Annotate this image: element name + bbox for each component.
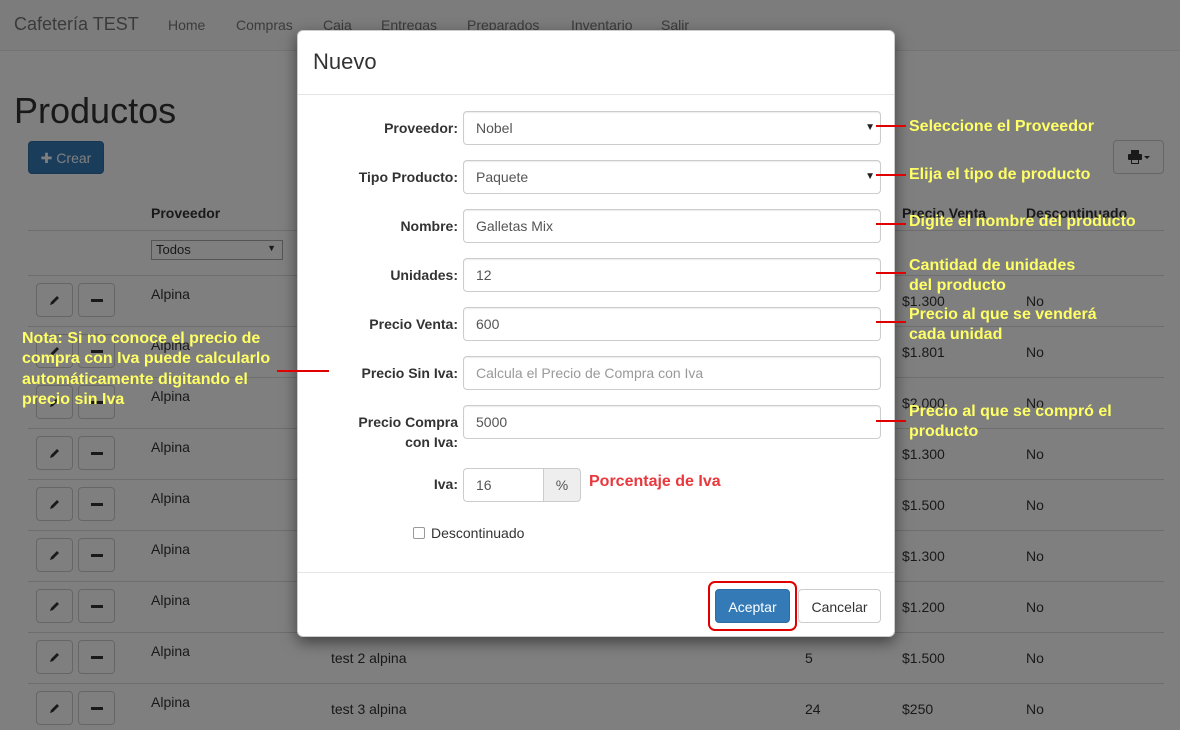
- annotation-pointer: [876, 321, 906, 323]
- annotation-nombre: Digite el nombre del producto: [909, 213, 1136, 230]
- chevron-down-icon: ▼: [865, 171, 875, 182]
- annotation-nota-1: Nota: Si no conoce el precio de: [22, 330, 261, 347]
- annotation-nota-2: compra con Iva puede calcularlo: [22, 350, 271, 367]
- precio-compra-label-1: Precio Compra: [358, 414, 458, 430]
- descontinuado-label[interactable]: Descontinuado: [431, 525, 524, 541]
- precio-sin-iva-label: Precio Sin Iva:: [361, 365, 458, 381]
- proveedor-select[interactable]: Nobel ▼: [463, 111, 881, 145]
- precio-compra-input[interactable]: 5000: [463, 405, 881, 439]
- annotation-pointer: [876, 420, 906, 422]
- precio-compra-label-2: con Iva:: [405, 434, 458, 450]
- annotation-iva: Porcentaje de Iva: [589, 473, 721, 490]
- new-product-modal: Nuevo Proveedor: Nobel ▼ Tipo Producto: …: [297, 30, 895, 637]
- annotation-pointer: [876, 174, 906, 176]
- unidades-input[interactable]: 12: [463, 258, 881, 292]
- annotation-proveedor: Seleccione el Proveedor: [909, 118, 1094, 135]
- precio-venta-input[interactable]: 600: [463, 307, 881, 341]
- descontinuado-checkbox[interactable]: [413, 527, 425, 539]
- unidades-label: Unidades:: [390, 267, 458, 283]
- annotation-precio-venta-2: cada unidad: [909, 326, 1003, 343]
- annotation-pointer: [277, 370, 329, 372]
- annotation-pointer: [876, 125, 906, 127]
- annotation-nota-4: precio sin Iva: [22, 391, 125, 408]
- annotation-pointer: [876, 223, 906, 225]
- proveedor-label: Proveedor:: [384, 120, 458, 136]
- annotation-unidades-2: del producto: [909, 277, 1006, 294]
- precio-sin-iva-input[interactable]: Calcula el Precio de Compra con Iva: [463, 356, 881, 390]
- annotation-precio-compra-2: producto: [909, 423, 979, 440]
- chevron-down-icon: ▼: [865, 122, 875, 133]
- cancel-button[interactable]: Cancelar: [798, 589, 881, 623]
- modal-footer-divider: [298, 572, 894, 573]
- annotation-unidades-1: Cantidad de unidades: [909, 257, 1076, 274]
- tipo-value: Paquete: [476, 169, 529, 185]
- iva-percent-addon: %: [543, 468, 581, 502]
- accept-button[interactable]: Aceptar: [715, 589, 790, 623]
- modal-header: Nuevo: [298, 31, 894, 95]
- annotation-nota-3: automáticamente digitando el: [22, 371, 248, 388]
- tipo-producto-select[interactable]: Paquete ▼: [463, 160, 881, 194]
- annotation-precio-compra-1: Precio al que se compró el: [909, 403, 1112, 420]
- iva-input[interactable]: 16: [463, 468, 544, 502]
- proveedor-value: Nobel: [476, 120, 513, 136]
- modal-title: Nuevo: [313, 49, 377, 74]
- tipo-label: Tipo Producto:: [358, 169, 458, 185]
- annotation-precio-venta-1: Precio al que se venderá: [909, 306, 1097, 323]
- annotation-pointer: [876, 272, 906, 274]
- nombre-label: Nombre:: [400, 218, 458, 234]
- precio-venta-label: Precio Venta:: [369, 316, 458, 332]
- iva-label: Iva:: [433, 476, 458, 492]
- annotation-tipo: Elija el tipo de producto: [909, 166, 1091, 183]
- nombre-input[interactable]: Galletas Mix: [463, 209, 881, 243]
